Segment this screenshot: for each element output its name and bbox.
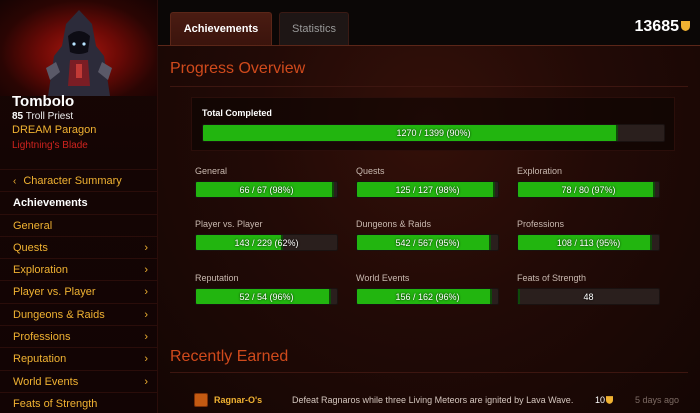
chevron-right-icon: › [144, 308, 148, 321]
nav-feats-of-strength[interactable]: Feats of Strength [0, 391, 157, 413]
progress-text: 125 / 127 (98%) [395, 185, 460, 195]
progress-text: 52 / 54 (96%) [239, 292, 294, 302]
progress-text: 78 / 80 (97%) [561, 185, 616, 195]
tab-statistics[interactable]: Statistics [279, 12, 349, 46]
nav-achievements[interactable]: Achievements [0, 191, 157, 213]
shield-icon [606, 396, 614, 404]
category-label: World Events [356, 273, 410, 283]
nav-back-label: Character Summary [23, 175, 122, 187]
category-label: Player vs. Player [195, 219, 263, 229]
category-label: Quests [356, 166, 385, 176]
achievement-icon [194, 393, 208, 407]
progress-text: 143 / 229 (62%) [234, 238, 299, 248]
points-value: 13685 [634, 18, 680, 36]
nav-item-label: Exploration [13, 264, 69, 277]
character-guild-link[interactable]: DREAM Paragon [12, 124, 96, 136]
category-label: Exploration [517, 166, 563, 176]
chevron-left-icon: ‹ [13, 176, 17, 187]
total-progress-bar: 1270 / 1399 (90%) [202, 124, 665, 142]
nav-player-vs-player[interactable]: Player vs. Player › [0, 280, 157, 302]
category-progress-bar: 108 / 113 (95%) [517, 234, 660, 251]
category-progress-bar: 125 / 127 (98%) [356, 181, 499, 198]
nav-item-label: Reputation [13, 353, 67, 366]
category-label: General [195, 166, 228, 176]
sidebar-nav: ‹ Character Summary Achievements General … [0, 169, 157, 413]
nav-quests[interactable]: Quests › [0, 235, 157, 258]
nav-dungeons-raids[interactable]: Dungeons & Raids › [0, 302, 157, 325]
recently-earned-heading: Recently Earned [170, 348, 289, 365]
category-progress-bar: 143 / 229 (62%) [195, 234, 338, 251]
main-content: Progress Overview Total Completed 1270 /… [158, 45, 700, 413]
chevron-right-icon: › [144, 331, 148, 344]
character-level-class: 85 Troll Priest [12, 111, 73, 122]
total-completed-label: Total Completed [202, 108, 272, 118]
character-portrait[interactable] [0, 0, 157, 96]
category-label: Professions [517, 219, 565, 229]
achievement-time: 5 days ago [635, 395, 680, 405]
nav-item-label: Professions [13, 331, 71, 344]
character-class: Troll Priest [25, 111, 74, 122]
progress-overview-heading: Progress Overview [170, 60, 306, 77]
divider [170, 372, 688, 373]
recent-achievement-row[interactable]: Ragnar-O's Defeat Ragnaros while three L… [188, 391, 688, 411]
chevron-right-icon: › [144, 286, 148, 299]
shield-icon [681, 18, 690, 36]
tab-achievements[interactable]: Achievements [170, 12, 272, 46]
nav-item-label: World Events [13, 375, 79, 388]
category-progress-bar: 78 / 80 (97%) [517, 181, 660, 198]
nav-item-label: Dungeons & Raids [13, 308, 105, 321]
progress-text: 1270 / 1399 (90%) [396, 128, 471, 138]
nav-item-label: Player vs. Player [13, 286, 96, 299]
category-progress-bar: 52 / 54 (96%) [195, 288, 338, 305]
nav-item-label: Quests [13, 241, 48, 254]
character-name: Tombolo [12, 93, 75, 110]
main-panel: Achievements Statistics 13685 Progress O… [158, 0, 700, 413]
category-label: Reputation [195, 273, 239, 283]
chevron-right-icon: › [144, 241, 148, 254]
hooded-figure-icon [46, 10, 112, 96]
chevron-right-icon: › [144, 375, 148, 388]
progress-text: 48 [583, 292, 594, 302]
nav-item-label: General [13, 219, 53, 232]
achievement-points-earned: 10 [595, 395, 614, 405]
category-progress-bar: 66 / 67 (98%) [195, 181, 338, 198]
character-realm: Lightning's Blade [12, 140, 88, 151]
nav-item-label: Achievements [13, 197, 88, 210]
category-label: Feats of Strength [517, 273, 587, 283]
progress-text: 542 / 567 (95%) [395, 238, 460, 248]
total-completed-box: Total Completed 1270 / 1399 (90%) [191, 97, 675, 151]
achievement-points: 13685 [634, 18, 690, 36]
character-level: 85 [12, 111, 24, 122]
achievement-description: Defeat Ragnaros while three Living Meteo… [292, 395, 574, 405]
category-progress-bar: 542 / 567 (95%) [356, 234, 499, 251]
nav-character-summary[interactable]: ‹ Character Summary [0, 169, 157, 191]
chevron-right-icon: › [144, 264, 148, 277]
nav-item-label: Feats of Strength [13, 397, 98, 410]
chevron-right-icon: › [144, 353, 148, 366]
tab-strip: Achievements Statistics 13685 [158, 0, 700, 46]
category-progress-bar: 48 [517, 288, 660, 305]
recent-points-value: 10 [595, 395, 606, 405]
nav-exploration[interactable]: Exploration › [0, 258, 157, 280]
divider [170, 86, 688, 87]
nav-reputation[interactable]: Reputation › [0, 347, 157, 369]
nav-general[interactable]: General [0, 213, 157, 236]
sidebar: Tombolo 85 Troll Priest DREAM Paragon Li… [0, 0, 158, 413]
category-progress-bar: 156 / 162 (96%) [356, 288, 499, 305]
nav-world-events[interactable]: World Events › [0, 369, 157, 392]
progress-text: 66 / 67 (98%) [239, 185, 294, 195]
achievement-name[interactable]: Ragnar-O's [214, 395, 262, 405]
progress-text: 156 / 162 (96%) [395, 292, 460, 302]
category-label: Dungeons & Raids [356, 219, 432, 229]
nav-professions[interactable]: Professions › [0, 325, 157, 347]
progress-text: 108 / 113 (95%) [556, 238, 621, 248]
